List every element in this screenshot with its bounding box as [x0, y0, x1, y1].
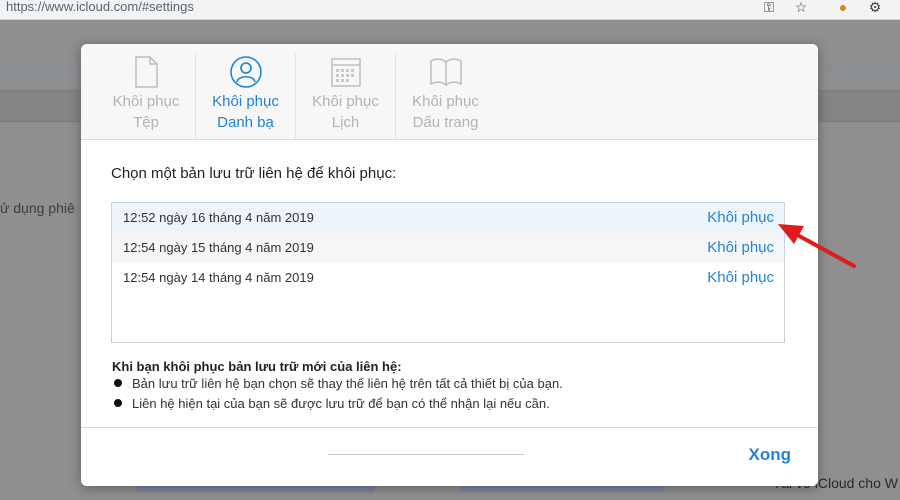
key-icon[interactable]: ⚿	[760, 0, 778, 16]
info-item-text: Bản lưu trữ liên hệ bạn chọn sẽ thay thế…	[132, 376, 563, 391]
bullet-icon	[114, 399, 122, 407]
tab-restore-calendar[interactable]: Khôi phục Lịch	[295, 54, 395, 138]
extension-icon[interactable]: ⚙	[866, 0, 884, 16]
tab-label-line2: Danh bạ	[217, 114, 274, 131]
restore-tabs: Khôi phục Tệp Khôi phục Danh bạ Khôi phụ…	[81, 44, 818, 140]
star-icon[interactable]: ☆	[792, 0, 810, 16]
archive-row[interactable]: 12:54 ngày 14 tháng 4 năm 2019 Khôi phục	[112, 263, 784, 293]
restore-link[interactable]: Khôi phục	[707, 233, 774, 263]
file-icon	[135, 56, 158, 88]
tab-label-line2: Lịch	[331, 114, 360, 131]
tab-label-line1: Khôi phục	[412, 93, 479, 110]
tab-restore-bookmarks[interactable]: Khôi phục Dấu trang	[395, 54, 495, 138]
calendar-icon	[330, 58, 361, 87]
background-text: ử dụng phiê	[0, 200, 75, 216]
restore-link[interactable]: Khôi phục	[707, 263, 774, 293]
dialog-footer: Xong	[81, 427, 818, 486]
footer-divider	[328, 454, 524, 455]
tab-label-line2: Tệp	[133, 114, 159, 131]
done-button[interactable]: Xong	[749, 445, 792, 465]
info-title: Khi bạn khôi phục bản lưu trữ mới của li…	[112, 359, 402, 374]
info-item: Liên hệ hiện tại của bạn sẽ được lưu trữ…	[114, 396, 550, 411]
bullet-icon	[114, 379, 122, 387]
tab-label-line1: Khôi phục	[212, 93, 279, 110]
restore-prompt: Chọn một bản lưu trữ liên hệ để khôi phụ…	[111, 165, 397, 182]
cookie-icon[interactable]: ●	[834, 0, 852, 16]
archive-row[interactable]: 12:54 ngày 15 tháng 4 năm 2019 Khôi phục	[112, 233, 784, 263]
archive-date: 12:54 ngày 15 tháng 4 năm 2019	[123, 240, 314, 255]
tab-label-line1: Khôi phục	[112, 93, 180, 110]
annotation-arrow-icon	[778, 224, 856, 268]
archive-date: 12:54 ngày 14 tháng 4 năm 2019	[123, 270, 314, 285]
archive-row[interactable]: 12:52 ngày 16 tháng 4 năm 2019 Khôi phục	[112, 203, 784, 233]
tab-label-line2: Dấu trang	[412, 114, 479, 131]
restore-link[interactable]: Khôi phục	[707, 203, 774, 233]
tab-restore-files[interactable]: Khôi phục Tệp	[96, 54, 196, 138]
contact-icon	[229, 56, 262, 88]
url-text[interactable]: https://www.icloud.com/#settings	[6, 0, 194, 14]
info-item-text: Liên hệ hiện tại của bạn sẽ được lưu trữ…	[132, 396, 550, 411]
archive-list[interactable]: 12:52 ngày 16 tháng 4 năm 2019 Khôi phục…	[111, 202, 785, 343]
bookmark-icon	[429, 58, 462, 86]
tab-restore-contacts[interactable]: Khôi phục Danh bạ	[195, 54, 295, 138]
archive-date: 12:52 ngày 16 tháng 4 năm 2019	[123, 210, 314, 225]
tab-label-line1: Khôi phục	[312, 93, 379, 110]
info-item: Bản lưu trữ liên hệ bạn chọn sẽ thay thế…	[114, 376, 563, 391]
browser-address-bar: https://www.icloud.com/#settings ⚿ ☆ ● ⚙	[0, 0, 900, 20]
restore-contacts-dialog: Khôi phục Tệp Khôi phục Danh bạ Khôi phụ…	[81, 44, 818, 486]
